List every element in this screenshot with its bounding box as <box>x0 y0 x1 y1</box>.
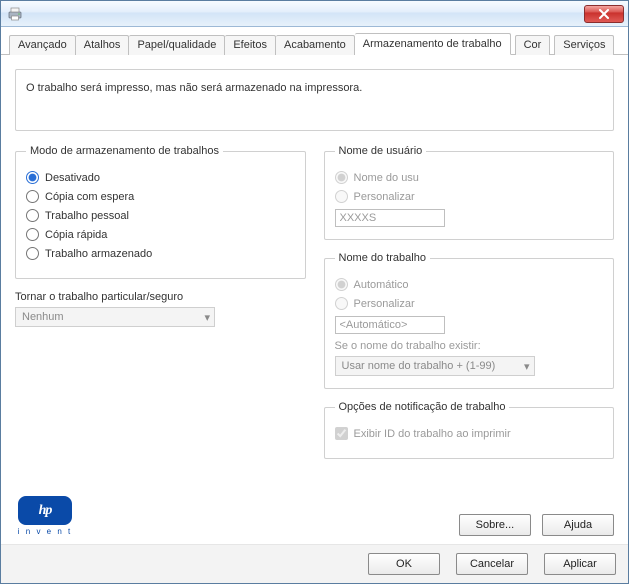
username-legend: Nome de usuário <box>335 145 427 157</box>
notify-legend: Opções de notificação de trabalho <box>335 401 510 413</box>
dialog-footer: OK Cancelar Aplicar <box>1 544 628 583</box>
jobname-legend: Nome do trabalho <box>335 252 430 264</box>
radio-jobname-auto <box>335 278 348 291</box>
jobname-auto: Automático <box>335 278 604 291</box>
about-button[interactable]: Sobre... <box>459 514 531 536</box>
checkbox-label: Exibir ID do trabalho ao imprimir <box>354 428 511 440</box>
radio-label: Trabalho pessoal <box>45 210 129 222</box>
radio-trabalho-pessoal[interactable] <box>26 209 39 222</box>
secure-section: Tornar o trabalho particular/seguro Nenh… <box>15 291 306 327</box>
storage-mode-copia-rapida[interactable]: Cópia rápida <box>26 228 295 241</box>
client-area: Avançado Atalhos Papel/qualidade Efeitos… <box>1 27 628 583</box>
radio-jobname-custom <box>335 297 348 310</box>
jobname-group: Nome do trabalho Automático Personalizar… <box>324 252 615 389</box>
storage-mode-trabalho-armazenado[interactable]: Trabalho armazenado <box>26 247 295 260</box>
hp-logo-invent: i n v e n t <box>18 527 72 536</box>
storage-mode-copia-com-espera[interactable]: Cópia com espera <box>26 190 295 203</box>
storage-mode-legend: Modo de armazenamento de trabalhos <box>26 145 223 157</box>
apply-button[interactable]: Aplicar <box>544 553 616 575</box>
jobname-custom: Personalizar <box>335 297 604 310</box>
help-button[interactable]: Ajuda <box>542 514 614 536</box>
jobname-input <box>335 316 445 334</box>
notify-group: Opções de notificação de trabalho Exibir… <box>324 401 615 459</box>
secure-dropdown-value: Nenhum <box>22 311 64 323</box>
username-auto: Nome do usu <box>335 171 604 184</box>
ok-button[interactable]: OK <box>368 553 440 575</box>
jobname-exists-dropdown: Usar nome do trabalho + (1-99) ▾ <box>335 356 535 376</box>
window-close-button[interactable] <box>584 5 624 23</box>
chevron-down-icon: ▾ <box>204 311 210 324</box>
radio-label: Automático <box>354 279 409 291</box>
cancel-button[interactable]: Cancelar <box>456 553 528 575</box>
radio-label: Nome do usu <box>354 172 419 184</box>
tab-acabamento[interactable]: Acabamento <box>276 35 355 55</box>
username-group: Nome de usuário Nome do usu Personalizar <box>324 145 615 240</box>
tabpage-armazenamento: O trabalho será impresso, mas não será a… <box>1 55 628 544</box>
username-input <box>335 209 445 227</box>
checkbox-show-id <box>335 427 348 440</box>
tab-cor[interactable]: Cor <box>515 35 551 55</box>
radio-label: Personalizar <box>354 298 415 310</box>
page-buttons: Sobre... Ajuda <box>459 514 614 536</box>
radio-copia-rapida[interactable] <box>26 228 39 241</box>
tab-atalhos[interactable]: Atalhos <box>76 35 130 55</box>
radio-label: Desativado <box>45 172 100 184</box>
username-custom: Personalizar <box>335 190 604 203</box>
storage-mode-trabalho-pessoal[interactable]: Trabalho pessoal <box>26 209 295 222</box>
titlebar <box>1 1 628 27</box>
hp-logo: hp i n v e n t <box>15 496 75 536</box>
page-footer: hp i n v e n t Sobre... Ajuda <box>15 496 614 536</box>
tab-efeitos[interactable]: Efeitos <box>225 35 276 55</box>
tabstrip: Avançado Atalhos Papel/qualidade Efeitos… <box>1 27 628 55</box>
printer-icon <box>7 6 23 22</box>
radio-label: Cópia rápida <box>45 229 107 241</box>
storage-mode-group: Modo de armazenamento de trabalhos Desat… <box>15 145 306 279</box>
chevron-down-icon: ▾ <box>524 360 530 373</box>
radio-label: Personalizar <box>354 191 415 203</box>
tab-papel-qualidade[interactable]: Papel/qualidade <box>129 35 225 55</box>
storage-mode-desativado[interactable]: Desativado <box>26 171 295 184</box>
description-box: O trabalho será impresso, mas não será a… <box>15 69 614 131</box>
jobname-exists-label: Se o nome do trabalho existir: <box>335 340 604 352</box>
tab-avancado[interactable]: Avançado <box>9 35 76 55</box>
secure-dropdown: Nenhum ▾ <box>15 307 215 327</box>
radio-username-auto <box>335 171 348 184</box>
print-properties-window: Avançado Atalhos Papel/qualidade Efeitos… <box>0 0 629 584</box>
hp-logo-badge: hp <box>18 496 72 525</box>
tab-servicos[interactable]: Serviços <box>554 35 614 55</box>
notify-show-id: Exibir ID do trabalho ao imprimir <box>335 427 604 440</box>
radio-label: Cópia com espera <box>45 191 134 203</box>
radio-username-custom <box>335 190 348 203</box>
description-text: O trabalho será impresso, mas não será a… <box>26 82 362 94</box>
jobname-exists-value: Usar nome do trabalho + (1-99) <box>342 360 496 372</box>
radio-trabalho-armazenado[interactable] <box>26 247 39 260</box>
radio-copia-com-espera[interactable] <box>26 190 39 203</box>
secure-title: Tornar o trabalho particular/seguro <box>15 291 306 303</box>
tab-armazenamento-de-trabalho[interactable]: Armazenamento de trabalho <box>355 33 511 55</box>
radio-desativado[interactable] <box>26 171 39 184</box>
radio-label: Trabalho armazenado <box>45 248 152 260</box>
